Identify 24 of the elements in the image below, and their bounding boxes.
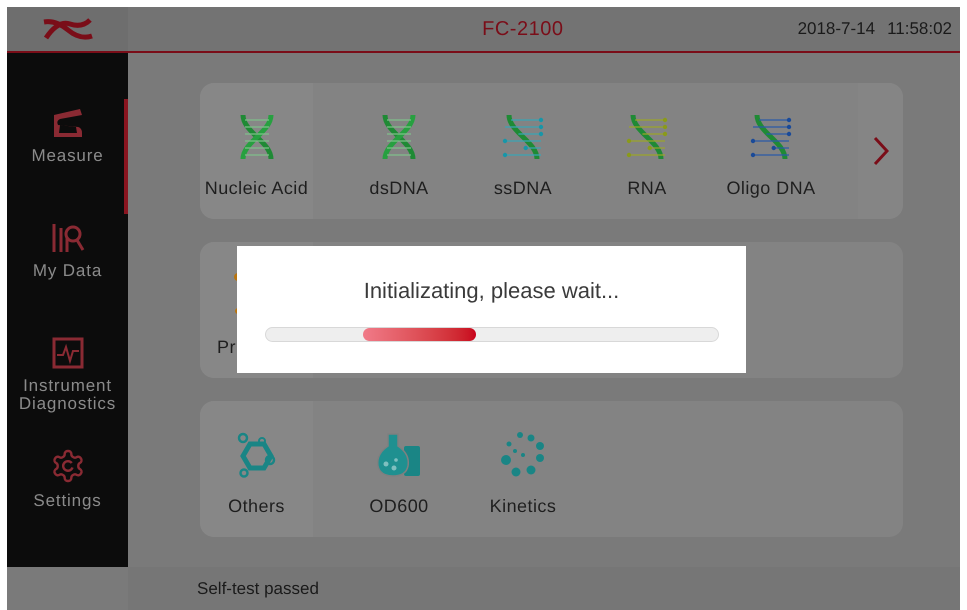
- measure-type-button[interactable]: Others: [200, 401, 313, 537]
- loading-dots-icon: [500, 432, 546, 478]
- status-text: Self-test passed: [197, 578, 319, 600]
- time-text: 11:58:02: [887, 18, 952, 40]
- measure-type-button[interactable]: Nucleic Acid: [200, 83, 313, 219]
- measure-type-button[interactable]: dsDNA: [337, 83, 461, 219]
- measure-type-button[interactable]: Oligo DNA: [709, 83, 833, 219]
- loading-message: Initializating, please wait...: [364, 277, 620, 305]
- dna-strand-icon: [501, 112, 545, 162]
- dna-strand-icon: [749, 112, 793, 162]
- heartbeat-monitor-icon: [52, 337, 84, 369]
- device-title: FC-2100: [482, 17, 564, 42]
- sidebar-item[interactable]: My Data: [7, 214, 128, 329]
- sidebar-item[interactable]: Settings: [7, 444, 128, 559]
- library-search-icon: [50, 222, 86, 254]
- measure-type-button[interactable]: ssDNA: [461, 83, 585, 219]
- dna-strand-icon: [625, 112, 669, 162]
- sidebar-item[interactable]: Instrument Diagnostics: [7, 329, 128, 444]
- flask-beaker-icon: [376, 432, 422, 478]
- measure-type-button[interactable]: OD600: [337, 401, 461, 537]
- measure-type-button[interactable]: Kinetics: [461, 401, 585, 537]
- measure-type-button[interactable]: RNA: [585, 83, 709, 219]
- chevron-right-icon: [872, 136, 888, 166]
- date-text: 2018-7-14: [798, 18, 876, 40]
